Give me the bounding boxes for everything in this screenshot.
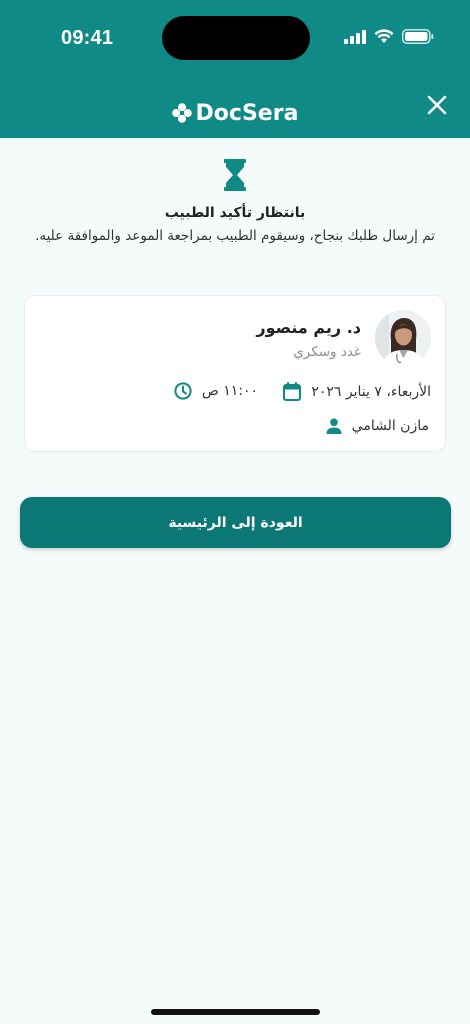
doctor-specialty: غدد وسكري bbox=[293, 344, 361, 360]
hourglass-icon bbox=[224, 159, 246, 191]
status-icons bbox=[344, 29, 434, 44]
logo-text: DocSera bbox=[195, 100, 299, 126]
doctor-photo bbox=[375, 310, 431, 366]
close-icon bbox=[427, 95, 447, 115]
docsera-logo: DocSera bbox=[0, 98, 470, 128]
patient-name: مازن الشامي bbox=[351, 418, 429, 434]
status-time: 09:41 bbox=[61, 27, 114, 49]
doctor-avatar bbox=[375, 310, 431, 366]
wifi-icon bbox=[374, 29, 394, 43]
back-to-home-label: العودة إلى الرئيسية bbox=[168, 514, 303, 531]
appointment-time-row: ١١:٠٠ ص bbox=[174, 382, 258, 400]
patient-row: مازن الشامي bbox=[326, 418, 429, 434]
appointment-date-row: الأربعاء، ٧ يناير ٢٠٢٦ bbox=[283, 382, 431, 401]
app-header: 09:41 DocSera bbox=[0, 0, 470, 138]
doctor-name: د. ريم منصور bbox=[256, 318, 361, 337]
battery-icon bbox=[402, 29, 434, 44]
back-to-home-button[interactable]: العودة إلى الرئيسية bbox=[20, 497, 451, 548]
person-icon bbox=[326, 418, 342, 434]
calendar-icon bbox=[283, 382, 302, 401]
pending-description: تم إرسال طلبك بنجاح، وسيقوم الطبيب بمراج… bbox=[35, 228, 435, 244]
pending-title: بانتظار تأكيد الطبيب bbox=[164, 205, 306, 221]
appointment-time: ١١:٠٠ ص bbox=[201, 383, 258, 399]
clock-icon bbox=[174, 382, 192, 400]
plus-clover-icon bbox=[171, 103, 192, 123]
home-indicator[interactable] bbox=[151, 1009, 320, 1015]
dynamic-island bbox=[162, 16, 310, 60]
appointment-date: الأربعاء، ٧ يناير ٢٠٢٦ bbox=[311, 383, 431, 400]
close-button[interactable] bbox=[426, 94, 448, 116]
cellular-signal-icon bbox=[344, 29, 366, 44]
